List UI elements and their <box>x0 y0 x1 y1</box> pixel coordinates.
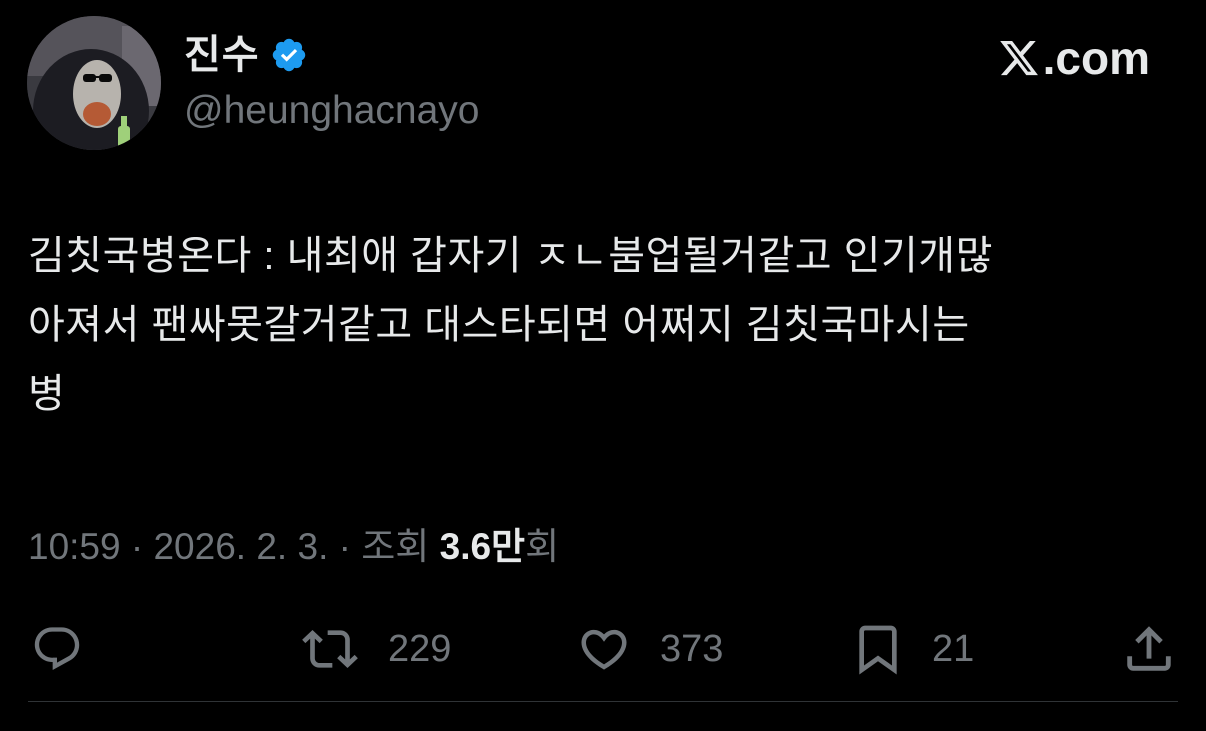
tweet-time[interactable]: 10:59 <box>28 526 121 567</box>
tweet-meta: 10:59 · 2026. 2. 3. · 조회 3.6만회 <box>28 522 559 572</box>
tweet-text-line: 아져서 팬싸못갈거같고 대스타되면 어쩌지 김칫국마시는 <box>28 303 970 347</box>
repost-count: 229 <box>388 627 452 670</box>
brand-label: .com <box>1042 32 1150 84</box>
views-suffix: 회 <box>525 526 560 567</box>
avatar-image <box>27 16 161 150</box>
reply-button[interactable] <box>28 614 86 684</box>
reply-icon <box>34 627 80 671</box>
divider <box>28 701 1178 702</box>
tweet-text: 김칫국병온다 : 내최애 갑자기 ㅈㄴ붐업될거같고 인기개많 아져서 팬싸못갈거… <box>28 222 1178 429</box>
like-button[interactable]: 373 <box>574 614 723 684</box>
share-button[interactable] <box>1120 614 1178 684</box>
tweet-text-line: 김칫국병온다 : 내최애 갑자기 ㅈㄴ붐업될거같고 인기개많 <box>28 234 993 278</box>
bookmark-icon <box>859 625 897 675</box>
share-icon <box>1127 626 1171 671</box>
heart-icon <box>581 629 627 670</box>
x-logo-icon <box>999 40 1038 76</box>
author-handle[interactable]: @heunghacnayo <box>184 88 480 134</box>
meta-separator: · <box>130 526 144 567</box>
views-count: 3.6만 <box>439 526 526 567</box>
bookmark-button[interactable]: 21 <box>850 614 974 684</box>
verified-badge-icon <box>270 36 308 74</box>
like-count: 373 <box>660 627 724 670</box>
repost-button[interactable]: 229 <box>298 614 451 684</box>
tweet-text-line: 병 <box>28 372 66 416</box>
bookmark-count: 21 <box>932 627 975 670</box>
tweet-date[interactable]: 2026. 2. 3. <box>153 526 328 567</box>
repost-icon <box>302 630 358 668</box>
avatar[interactable] <box>27 16 161 150</box>
author-name-row: 진수 <box>184 30 308 80</box>
meta-separator: · <box>338 526 351 567</box>
views-label: 조회 <box>361 526 430 567</box>
brand-mark: .com <box>997 30 1150 86</box>
action-bar: 229 373 21 <box>0 614 1206 684</box>
author-display-name[interactable]: 진수 <box>184 30 260 80</box>
